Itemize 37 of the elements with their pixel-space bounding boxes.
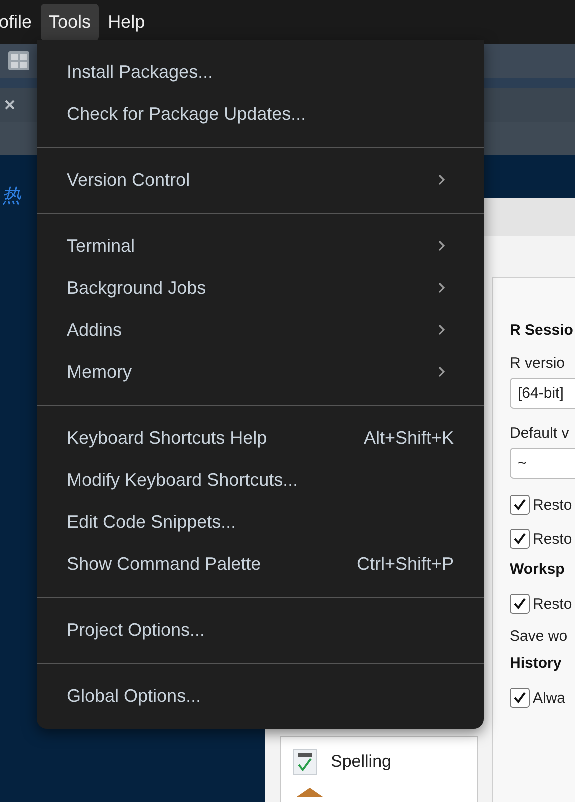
menu-item[interactable]: Version Control [37,159,484,201]
editor-text: 热 [2,186,21,207]
menu-bar-item[interactable]: ofile [0,4,40,40]
checkbox-label: Resto [533,496,572,514]
checkbox-label: Resto [533,530,572,548]
menu-item[interactable]: Install Packages... [37,51,484,93]
checkbox-label: Alwa [533,690,566,706]
spell-check-icon [293,749,317,775]
menu-bar-item[interactable]: Help [100,4,154,40]
input-field[interactable]: [64-bit] [510,378,575,409]
menu-bar-item[interactable]: Tools [41,4,100,40]
section-heading: R Sessio [510,322,574,339]
checkbox[interactable] [510,495,530,515]
checkbox[interactable] [510,529,530,549]
field-label: Default v [510,425,570,442]
grid-icon[interactable] [8,51,30,71]
checkbox[interactable] [510,688,530,708]
menu-item[interactable]: Global Options... [37,675,484,717]
sidebar-item[interactable]: Spelling [281,737,477,787]
menu-item[interactable]: Modify Keyboard Shortcuts... [37,459,484,501]
menu-item[interactable]: Keyboard Shortcuts Help Alt+Shift+K [37,417,484,459]
menu-item[interactable]: Check for Package Updates... [37,93,484,135]
menu-item[interactable]: Memory [37,351,484,393]
section-heading: Worksp [510,561,566,578]
section-heading: History [510,655,563,672]
menu-item[interactable]: Addins [37,309,484,351]
field-label: Save wo [510,628,569,645]
input-field[interactable]: ~ [510,448,575,479]
close-icon[interactable] [5,100,15,110]
field-label: R versio [510,355,566,372]
checkbox-label: Resto [533,596,572,612]
menu-item[interactable]: Edit Code Snippets... [37,501,484,543]
checkbox[interactable] [510,594,530,614]
menu-item[interactable]: Background Jobs [37,267,484,309]
menu-item[interactable]: Terminal [37,225,484,267]
menu-item[interactable]: Show Command Palette Ctrl+Shift+P [37,543,484,585]
menu-item[interactable]: Project Options... [37,609,484,651]
